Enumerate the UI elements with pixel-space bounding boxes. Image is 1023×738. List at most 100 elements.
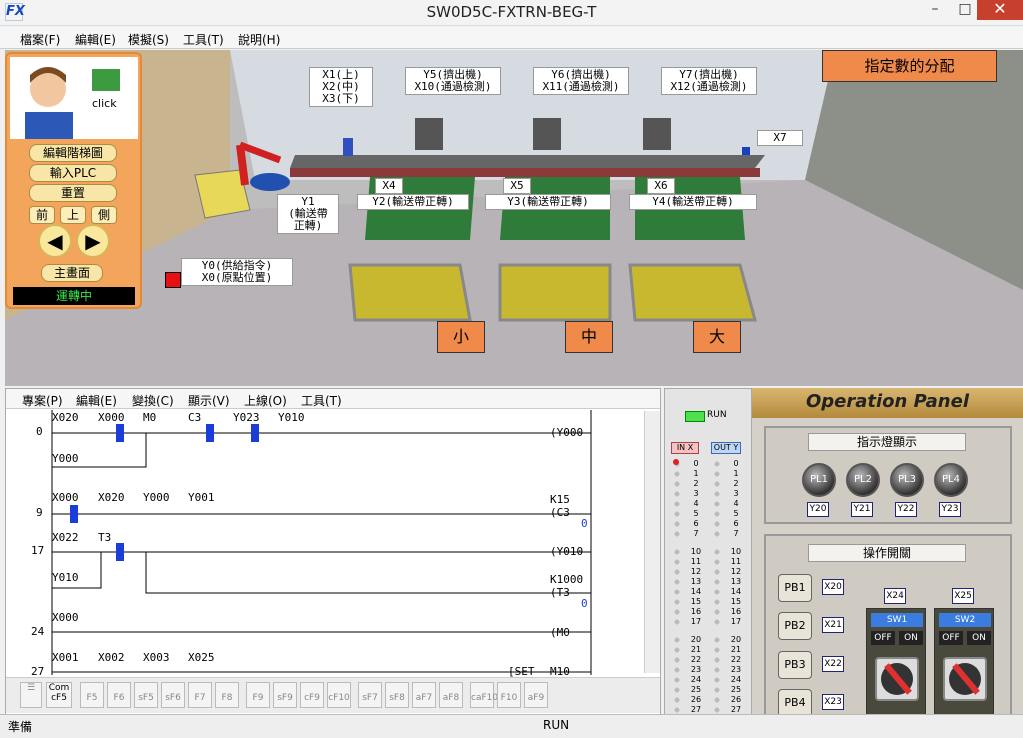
edit-ladder-button[interactable]: 編輯階梯圖	[29, 144, 117, 162]
contact-y001[interactable]: Y001	[188, 491, 215, 504]
tool-comment[interactable]: Com cF5	[46, 682, 72, 708]
contact-y010[interactable]: Y010	[278, 411, 305, 424]
lamp-addr-y21: Y21	[851, 502, 873, 517]
sw-addr-x25: X25	[952, 588, 974, 604]
menu-edit[interactable]: 編輯(E)	[75, 31, 116, 48]
tool-cf9[interactable]: cF9	[300, 682, 324, 708]
front-view-button[interactable]: 前	[29, 206, 55, 224]
push-button-pb4[interactable]: PB4	[778, 689, 812, 717]
coil-y010[interactable]: (Y010	[550, 545, 583, 558]
contact-x022[interactable]: X022	[52, 531, 79, 544]
top-view-button[interactable]: 上	[60, 206, 86, 224]
tool-sf6[interactable]: sF6	[161, 682, 185, 708]
sw2-label: SW2	[939, 613, 991, 627]
tool-f5[interactable]: F5	[80, 682, 104, 708]
tool-f7[interactable]: F7	[188, 682, 212, 708]
contact-x000[interactable]: X000	[98, 411, 125, 424]
lamp-addr-y23: Y23	[939, 502, 961, 517]
coil-m0[interactable]: (M0	[550, 626, 570, 639]
sw1-off: OFF	[871, 631, 895, 645]
push-button-pb2[interactable]: PB2	[778, 612, 812, 640]
push-button-pb1[interactable]: PB1	[778, 574, 812, 602]
lamp-pl3: PL3	[890, 463, 924, 497]
contact-m0[interactable]: M0	[143, 411, 156, 424]
contact-x025[interactable]: X025	[188, 651, 215, 664]
counter-k15: K15	[550, 493, 570, 506]
contact-x000-c[interactable]: X000	[52, 611, 79, 624]
prev-arrow-button[interactable]: ◀	[38, 224, 72, 258]
ladder-menu-convert[interactable]: 變換(C)	[132, 392, 174, 409]
input-leds-a	[671, 459, 683, 539]
selector-switch-1[interactable]: SW1 OFF ON	[866, 608, 926, 718]
ladder-menu-tools[interactable]: 工具(T)	[301, 392, 342, 409]
operation-panel-title: Operation Panel	[752, 388, 1023, 418]
step-24: 24	[31, 625, 45, 638]
tool-f8[interactable]: F8	[215, 682, 239, 708]
contact-x002[interactable]: X002	[98, 651, 125, 664]
reset-button[interactable]: 重置	[29, 184, 117, 202]
window-title: SW0D5C-FXTRN-BEG-T	[426, 3, 597, 21]
menu-simulate[interactable]: 模擬(S)	[128, 31, 169, 48]
input-leds-b	[671, 547, 683, 627]
menu-file[interactable]: 檔案(F)	[20, 31, 60, 48]
run-led-label: RUN	[707, 410, 727, 420]
tool-select[interactable]: ☰	[20, 682, 42, 708]
lamp-pl1: PL1	[802, 463, 836, 497]
tool-sf9[interactable]: sF9	[273, 682, 297, 708]
tool-af8[interactable]: aF8	[439, 682, 463, 708]
input-plc-button[interactable]: 輸入PLC	[29, 164, 117, 182]
tool-sf5[interactable]: sF5	[134, 682, 158, 708]
avatar-card[interactable]: click	[10, 57, 138, 139]
contact-x003[interactable]: X003	[143, 651, 170, 664]
next-arrow-button[interactable]: ▶	[76, 224, 110, 258]
contact-x020[interactable]: X020	[52, 411, 79, 424]
contact-y000-b[interactable]: Y000	[143, 491, 170, 504]
pb-addr-x22: X22	[822, 656, 844, 672]
coil-c3[interactable]: (C3	[550, 506, 570, 519]
contact-c3[interactable]: C3	[188, 411, 201, 424]
contact-x001[interactable]: X001	[52, 651, 79, 664]
ladder-menu-edit[interactable]: 編輯(E)	[76, 392, 117, 409]
ladder-scrollbar[interactable]	[644, 411, 660, 673]
menu-help[interactable]: 說明(H)	[238, 31, 280, 48]
sw2-knob[interactable]	[943, 657, 987, 701]
coil-y000[interactable]: (Y000	[550, 426, 583, 439]
tool-sf8[interactable]: sF8	[385, 682, 409, 708]
side-view-button[interactable]: 側	[91, 206, 117, 224]
ladder-menu-online[interactable]: 上線(O)	[244, 392, 287, 409]
label-y7: Y7(擠出機) X12(通過檢測)	[661, 67, 757, 95]
maximize-button[interactable]: □	[950, 0, 980, 20]
tool-af7[interactable]: aF7	[412, 682, 436, 708]
lamp-pl4: PL4	[934, 463, 968, 497]
sw1-knob[interactable]	[875, 657, 919, 701]
ladder-menu-view[interactable]: 顯示(V)	[188, 392, 230, 409]
io-monitor: RUN IN X OUT Y 01234567 01234567 10 11 12 1…	[664, 388, 752, 715]
label-x4: X4	[375, 178, 403, 194]
tool-cf10[interactable]: cF10	[327, 682, 351, 708]
minimize-button[interactable]: –	[920, 0, 950, 20]
click-text: click	[92, 97, 117, 110]
contact-y010-b[interactable]: Y010	[52, 571, 79, 584]
tool-f9[interactable]: F9	[246, 682, 270, 708]
label-y3: Y3(輸送帶正轉)	[485, 194, 611, 210]
menu-tools[interactable]: 工具(T)	[183, 31, 224, 48]
contact-x020-b[interactable]: X020	[98, 491, 125, 504]
contact-x000-b[interactable]: X000	[52, 491, 79, 504]
status-run: RUN	[543, 718, 570, 732]
tool-af9[interactable]: aF9	[524, 682, 548, 708]
contact-y023[interactable]: Y023	[233, 411, 260, 424]
coil-t3[interactable]: (T3	[550, 586, 570, 599]
teacher-avatar	[25, 67, 120, 139]
tool-f6[interactable]: F6	[107, 682, 131, 708]
tool-sf7[interactable]: sF7	[358, 682, 382, 708]
contact-y000[interactable]: Y000	[52, 452, 79, 465]
close-button[interactable]: ✕	[977, 0, 1023, 20]
selector-switch-2[interactable]: SW2 OFF ON	[934, 608, 994, 718]
push-button-pb3[interactable]: PB3	[778, 651, 812, 679]
tool-caf10[interactable]: caF10	[470, 682, 498, 708]
home-button[interactable]: 主畫面	[41, 264, 103, 282]
timer-value: 0	[581, 597, 588, 610]
contact-t3[interactable]: T3	[98, 531, 111, 544]
tool-f10[interactable]: F10	[497, 682, 521, 708]
ladder-menu-project[interactable]: 專案(P)	[22, 392, 63, 409]
